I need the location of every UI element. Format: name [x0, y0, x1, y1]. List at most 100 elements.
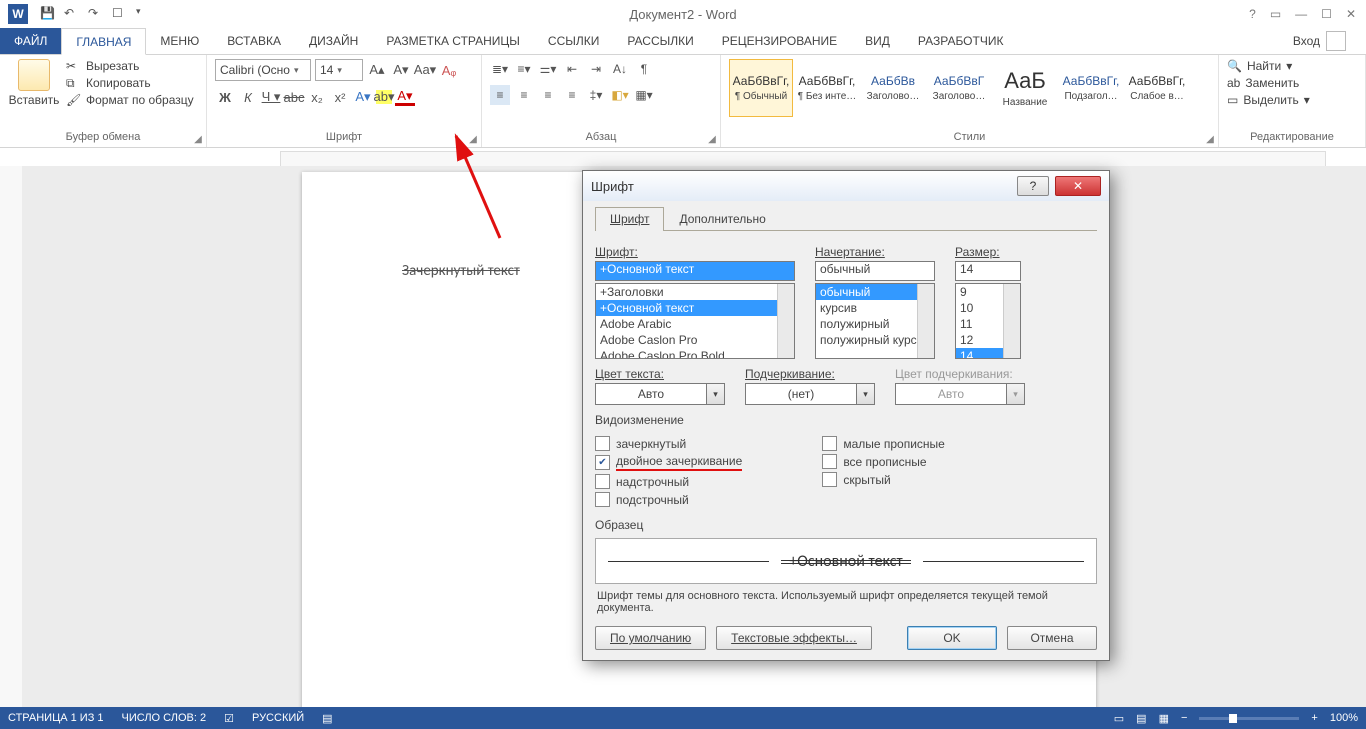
- sign-in[interactable]: Вход: [1273, 28, 1366, 54]
- align-right-button[interactable]: ≡: [538, 85, 558, 105]
- underline-button[interactable]: Ч ▾: [261, 87, 281, 107]
- numbering-button[interactable]: ≡▾: [514, 59, 534, 79]
- style-card[interactable]: АаБбВвГЗаголово…: [927, 59, 991, 117]
- cut-button[interactable]: ✂Вырезать: [66, 59, 194, 73]
- tab-mailings[interactable]: РАССЫЛКИ: [613, 28, 707, 54]
- text-effects-button[interactable]: A▾: [353, 87, 373, 107]
- shrink-font-icon[interactable]: A▾: [391, 60, 411, 80]
- format-painter-button[interactable]: 🖌Формат по образцу: [66, 93, 194, 107]
- style-card[interactable]: АаБбВвГг,Подзагол…: [1059, 59, 1123, 117]
- font-name-list[interactable]: +Заголовки+Основной текстAdobe ArabicAdo…: [595, 283, 795, 359]
- font-name-combo[interactable]: Calibri (Осно▾: [215, 59, 311, 81]
- list-item[interactable]: +Основной текст: [596, 300, 794, 316]
- underline-dropdown[interactable]: (нет)▾: [745, 383, 875, 405]
- show-marks-button[interactable]: ¶: [634, 59, 654, 79]
- set-default-button[interactable]: По умолчанию: [595, 626, 706, 650]
- bullets-button[interactable]: ≣▾: [490, 59, 510, 79]
- decrease-indent-button[interactable]: ⇤: [562, 59, 582, 79]
- zoom-slider[interactable]: [1199, 717, 1299, 720]
- tab-menu[interactable]: Меню: [146, 28, 213, 54]
- font-size-input[interactable]: 14: [955, 261, 1021, 281]
- list-item[interactable]: Adobe Caslon Pro: [596, 332, 794, 348]
- scrollbar[interactable]: [1003, 284, 1020, 358]
- clipboard-dialog-launcher[interactable]: ◢: [192, 133, 204, 145]
- status-proofing-icon[interactable]: ☑: [224, 712, 234, 725]
- style-card[interactable]: АаБНазвание: [993, 59, 1057, 117]
- zoom-out-icon[interactable]: −: [1181, 712, 1187, 724]
- highlight-button[interactable]: ab▾: [376, 90, 392, 104]
- dialog-titlebar[interactable]: Шрифт ? ✕: [583, 171, 1109, 201]
- view-web-icon[interactable]: ▦: [1159, 712, 1169, 725]
- maximize-icon[interactable]: ☐: [1321, 7, 1332, 21]
- ribbon-options-icon[interactable]: ▭: [1270, 7, 1281, 21]
- style-card[interactable]: АаБбВвГг,¶ Обычный: [729, 59, 793, 117]
- font-name-input[interactable]: +Основной текст: [595, 261, 795, 281]
- align-left-button[interactable]: ≡: [490, 85, 510, 105]
- change-case-icon[interactable]: Aa▾: [415, 60, 435, 80]
- paste-button[interactable]: Вставить: [8, 59, 60, 107]
- find-button[interactable]: 🔍Найти ▾: [1227, 59, 1357, 73]
- tab-home[interactable]: ГЛАВНАЯ: [61, 28, 146, 55]
- style-card[interactable]: АаБбВвГг,Слабое в…: [1125, 59, 1189, 117]
- font-color-button[interactable]: A▾: [395, 88, 415, 106]
- help-icon[interactable]: ?: [1249, 7, 1256, 21]
- minimize-icon[interactable]: —: [1295, 7, 1307, 21]
- status-page[interactable]: СТРАНИЦА 1 ИЗ 1: [8, 712, 104, 724]
- font-style-input[interactable]: обычный: [815, 261, 935, 281]
- superscript-button[interactable]: x²: [330, 87, 350, 107]
- grow-font-icon[interactable]: A▴: [367, 60, 387, 80]
- select-button[interactable]: ▭Выделить ▾: [1227, 93, 1357, 107]
- styles-gallery[interactable]: АаБбВвГг,¶ ОбычныйАаБбВвГг,¶ Без инте… Аа…: [729, 59, 1210, 117]
- font-size-list[interactable]: 910111214: [955, 283, 1021, 359]
- replace-button[interactable]: abЗаменить: [1227, 76, 1357, 90]
- tab-insert[interactable]: ВСТАВКА: [213, 28, 295, 54]
- bold-button[interactable]: Ж: [215, 87, 235, 107]
- dialog-help-button[interactable]: ?: [1017, 176, 1049, 196]
- list-item[interactable]: Adobe Caslon Pro Bold: [596, 348, 794, 359]
- align-center-button[interactable]: ≡: [514, 85, 534, 105]
- paragraph-dialog-launcher[interactable]: ◢: [706, 133, 718, 145]
- undo-icon[interactable]: ↶: [64, 6, 80, 22]
- tab-design[interactable]: ДИЗАЙН: [295, 28, 372, 54]
- italic-button[interactable]: К: [238, 87, 258, 107]
- scrollbar[interactable]: [777, 284, 794, 358]
- checkbox-small-caps[interactable]: малые прописные: [822, 436, 945, 451]
- borders-button[interactable]: ▦▾: [634, 85, 654, 105]
- checkbox-hidden[interactable]: скрытый: [822, 472, 945, 487]
- styles-dialog-launcher[interactable]: ◢: [1204, 133, 1216, 145]
- document-text[interactable]: Зачеркнутый текст: [402, 262, 520, 280]
- tab-layout[interactable]: РАЗМЕТКА СТРАНИЦЫ: [372, 28, 534, 54]
- close-icon[interactable]: ✕: [1346, 7, 1356, 21]
- tab-developer[interactable]: РАЗРАБОТЧИК: [904, 28, 1018, 54]
- checkbox-double-strikethrough[interactable]: двойное зачеркивание: [595, 454, 742, 471]
- style-card[interactable]: АаБбВвГг,¶ Без инте…: [795, 59, 859, 117]
- qat-more-icon[interactable]: ▾: [136, 6, 152, 22]
- checkbox-strikethrough[interactable]: зачеркнутый: [595, 436, 742, 451]
- font-dialog-launcher[interactable]: ◢: [467, 133, 479, 145]
- view-read-icon[interactable]: ▭: [1114, 712, 1124, 725]
- status-language[interactable]: РУССКИЙ: [252, 712, 304, 724]
- copy-button[interactable]: ⧉Копировать: [66, 76, 194, 90]
- new-doc-icon[interactable]: ☐: [112, 6, 128, 22]
- justify-button[interactable]: ≡: [562, 85, 582, 105]
- multilevel-button[interactable]: ⚌▾: [538, 59, 558, 79]
- list-item[interactable]: Adobe Arabic: [596, 316, 794, 332]
- dialog-tab-font[interactable]: Шрифт: [595, 207, 664, 231]
- tab-review[interactable]: РЕЦЕНЗИРОВАНИЕ: [708, 28, 851, 54]
- tab-view[interactable]: ВИД: [851, 28, 904, 54]
- clear-formatting-icon[interactable]: Aᵩ: [439, 60, 459, 80]
- checkbox-superscript[interactable]: надстрочный: [595, 474, 742, 489]
- list-item[interactable]: +Заголовки: [596, 284, 794, 300]
- tab-references[interactable]: ССЫЛКИ: [534, 28, 613, 54]
- checkbox-all-caps[interactable]: все прописные: [822, 454, 945, 469]
- ruler-vertical[interactable]: [0, 166, 23, 707]
- shading-button[interactable]: ◧▾: [610, 85, 630, 105]
- status-macro-icon[interactable]: ▤: [322, 712, 332, 725]
- zoom-in-icon[interactable]: +: [1311, 712, 1317, 724]
- redo-icon[interactable]: ↷: [88, 6, 104, 22]
- font-size-combo[interactable]: 14▾: [315, 59, 363, 81]
- text-effects-button[interactable]: Текстовые эффекты…: [716, 626, 872, 650]
- line-spacing-button[interactable]: ‡▾: [586, 85, 606, 105]
- save-icon[interactable]: 💾: [40, 6, 56, 22]
- checkbox-subscript[interactable]: подстрочный: [595, 492, 742, 507]
